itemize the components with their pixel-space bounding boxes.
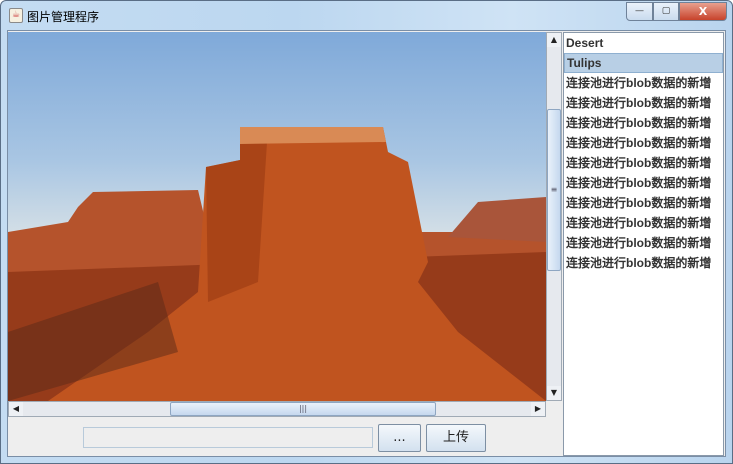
list-item[interactable]: 连接池进行blob数据的新增 (564, 233, 723, 253)
list-item[interactable]: 连接池进行blob数据的新增 (564, 93, 723, 113)
list-item[interactable]: 连接池进行blob数据的新增 (564, 213, 723, 233)
vertical-scroll-thumb[interactable]: ≡ (547, 109, 561, 271)
java-app-icon: ☕ (9, 8, 23, 23)
list-item[interactable]: 连接池进行blob数据的新增 (564, 153, 723, 173)
browse-button[interactable]: ... (378, 424, 421, 452)
horizontal-scrollbar[interactable]: ◀ ||| ▶ (8, 401, 546, 417)
list-item[interactable]: 连接池进行blob数据的新增 (564, 133, 723, 153)
window-title: 图片管理程序 (27, 10, 100, 24)
scroll-left-button[interactable]: ◀ (9, 402, 23, 416)
list-item[interactable]: Tulips (564, 53, 723, 73)
horizontal-scroll-thumb[interactable]: ||| (170, 402, 436, 416)
image-list[interactable]: Desert Tulips 连接池进行blob数据的新增 连接池进行blob数据的新增… (563, 32, 724, 456)
list-item[interactable]: 连接池进行blob数据的新增 (564, 193, 723, 213)
minimize-button[interactable]: — (626, 2, 653, 21)
close-button[interactable]: X (679, 2, 727, 21)
file-path-input[interactable] (83, 427, 373, 448)
desert-image (8, 127, 546, 401)
scroll-down-button[interactable]: ▼ (547, 386, 561, 400)
vertical-scrollbar[interactable]: ▲ ≡ ▼ (546, 32, 562, 401)
list-item[interactable]: 连接池进行blob数据的新增 (564, 253, 723, 273)
list-item[interactable]: Desert (564, 33, 723, 53)
list-item[interactable]: 连接池进行blob数据的新增 (564, 73, 723, 93)
list-item[interactable]: 连接池进行blob数据的新增 (564, 113, 723, 133)
list-item[interactable]: 连接池进行blob数据的新增 (564, 173, 723, 193)
image-viewport (8, 32, 546, 401)
upload-button[interactable]: 上传 (426, 424, 486, 452)
maximize-button[interactable]: ▢ (653, 2, 679, 21)
scroll-right-button[interactable]: ▶ (531, 402, 545, 416)
scroll-up-button[interactable]: ▲ (547, 33, 561, 47)
